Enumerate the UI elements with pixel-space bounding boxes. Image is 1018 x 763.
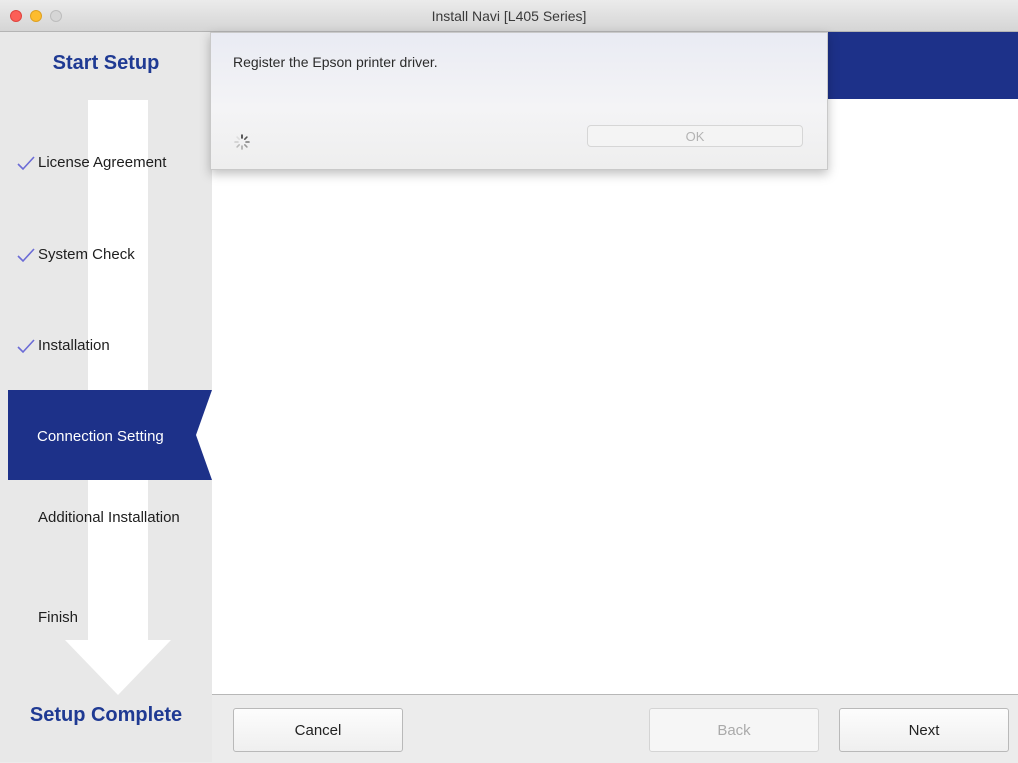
window-titlebar: Install Navi [L405 Series]	[0, 0, 1018, 32]
next-button[interactable]: Next	[839, 708, 1009, 752]
footer-bar: Cancel Back Next	[212, 694, 1018, 763]
back-button[interactable]: Back	[649, 708, 819, 752]
ok-button[interactable]: OK	[587, 125, 803, 147]
progress-arrow-head	[65, 640, 171, 695]
dialog-message: Register the Epson printer driver.	[233, 54, 438, 70]
setup-steps-sidebar: Start Setup License Agreement System Che…	[0, 32, 212, 762]
check-icon	[17, 338, 35, 353]
step-label: Connection Setting	[37, 428, 164, 445]
step-label: Finish	[38, 609, 79, 626]
step-label: Additional Installation	[38, 509, 180, 526]
step-system-check: System Check	[16, 246, 135, 263]
step-finish: Finish	[38, 609, 78, 626]
step-additional-installation: Additional Installation	[38, 509, 180, 526]
start-setup-header: Start Setup	[52, 52, 160, 74]
active-step-notch	[196, 390, 212, 480]
step-license-agreement: License Agreement	[16, 154, 166, 171]
setup-complete-header: Setup Complete	[29, 704, 183, 726]
window-title: Install Navi [L405 Series]	[431, 8, 587, 24]
step-label: License Agreement	[38, 154, 167, 171]
spinner-icon	[234, 134, 250, 150]
step-installation: Installation	[16, 337, 110, 354]
register-driver-sheet: Register the Epson printer driver. OK	[210, 32, 828, 170]
check-icon	[17, 247, 35, 262]
step-label: Installation	[38, 337, 110, 354]
check-icon	[17, 155, 35, 170]
step-connection-setting: Connection Setting	[8, 390, 212, 480]
step-label: System Check	[38, 246, 135, 263]
cancel-button[interactable]: Cancel	[233, 708, 403, 752]
progress-arrow-shaft	[88, 100, 148, 640]
